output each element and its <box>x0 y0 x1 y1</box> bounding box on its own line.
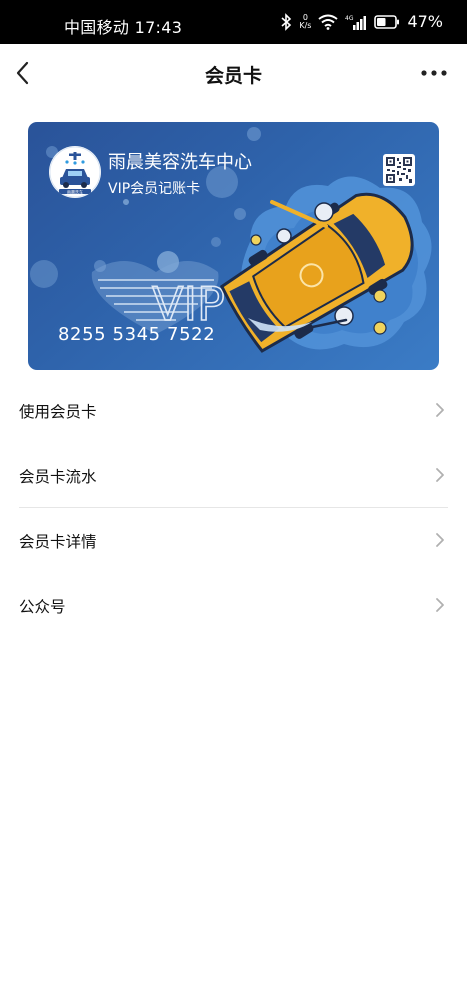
chevron-right-icon <box>436 533 444 547</box>
chevron-right-icon <box>436 598 444 612</box>
more-dots-icon <box>421 70 447 76</box>
wifi-icon <box>318 14 339 30</box>
menu-item-label: 使用会员卡 <box>19 402 97 421</box>
card-type: VIP会员记账卡 <box>108 181 201 197</box>
shop-name: 雨晨美容洗车中心 <box>108 152 252 173</box>
battery-percent: 47% <box>407 12 443 31</box>
bluetooth-icon <box>281 12 292 31</box>
page-title: 会员卡 <box>204 65 262 87</box>
carrier-time: 中国移动 17:43 <box>64 18 183 37</box>
cell-signal-icon: 4G <box>345 15 367 30</box>
chevron-right-icon <box>436 468 444 482</box>
qr-code-button[interactable] <box>383 154 415 186</box>
status-bar: 中国移动 17:43 0 K/s 4G 47% <box>0 0 467 44</box>
more-options-button[interactable] <box>419 60 449 86</box>
menu-item-official-account[interactable]: 公众号 <box>0 573 467 638</box>
menu-item-label: 公众号 <box>19 597 66 616</box>
battery-icon <box>374 14 400 29</box>
shop-logo: 雨晨洗车 <box>49 146 101 198</box>
membership-card[interactable]: VIP 雨晨洗车 雨晨美容洗车中心 VIP会员记账卡 8255 5345 752… <box>28 122 439 370</box>
nav-header: 会员卡 <box>0 44 467 102</box>
card-number: 8255 5345 7522 <box>58 324 216 345</box>
qr-code-icon <box>386 157 412 183</box>
chevron-right-icon <box>436 403 444 417</box>
vip-watermark: VIP <box>152 277 225 331</box>
menu-item-label: 会员卡流水 <box>19 467 97 486</box>
status-icons: 0 K/s 4G 47% <box>280 12 443 31</box>
menu-item-card-details[interactable]: 会员卡详情 <box>0 508 467 573</box>
signal-label: 4G <box>345 15 354 22</box>
menu-item-card-transactions[interactable]: 会员卡流水 <box>0 443 467 508</box>
car-wash-logo-icon: 雨晨洗车 <box>49 146 101 198</box>
menu-item-use-card[interactable]: 使用会员卡 <box>0 378 467 443</box>
logo-caption: 雨晨洗车 <box>67 188 83 194</box>
card-menu: 使用会员卡 会员卡流水 会员卡详情 公众号 <box>0 378 467 638</box>
net-speed: 0 K/s <box>299 12 312 30</box>
menu-item-label: 会员卡详情 <box>19 532 97 551</box>
